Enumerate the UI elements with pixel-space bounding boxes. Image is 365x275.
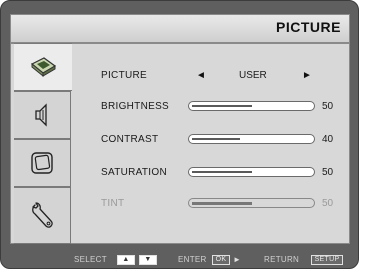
saturation-fill [192,171,252,173]
speaker-icon [35,103,47,127]
up-key-icon: ▲ [117,255,135,265]
screen-icon [31,152,53,174]
saturation-value: 50 [322,167,334,178]
contrast-value: 40 [322,134,334,145]
sidebar [14,43,72,244]
contrast-slider[interactable] [188,134,315,144]
select-hint: SELECT [74,255,107,264]
ok-key-icon: OK [212,255,230,265]
contrast-label: CONTRAST [101,134,159,145]
brightness-slider[interactable] [188,101,315,111]
down-key-icon: ▼ [139,255,157,265]
return-hint: RETURN [264,255,300,264]
brightness-fill [192,105,252,107]
tint-value: 50 [322,198,334,209]
brightness-value: 50 [322,101,334,112]
contrast-fill [192,138,240,140]
tab-picture[interactable] [14,43,72,91]
picture-mode-right-arrow[interactable]: ► [302,70,312,81]
picture-mode-left-arrow[interactable]: ◄ [196,70,206,81]
wrench-icon [32,201,53,228]
enter-hint: ENTER [178,255,207,264]
enter-arrow-icon: ► [233,255,242,264]
tab-screen[interactable] [14,139,71,187]
page-title: PICTURE [276,19,341,35]
saturation-label: SATURATION [101,167,167,178]
tab-sound[interactable] [14,91,71,139]
picture-mode-label: PICTURE [101,70,147,81]
brightness-label: BRIGHTNESS [101,101,170,112]
tint-fill [192,202,252,205]
tint-label: TINT [101,198,125,209]
footer-hints: SELECT ▲ ▼ ENTER OK ► RETURN SETUP [0,253,359,267]
setup-key-icon: SETUP [311,255,343,265]
picture-icon [30,57,57,78]
tab-setup[interactable] [14,187,71,244]
tint-slider [188,198,315,208]
osd-header: PICTURE [10,14,350,43]
saturation-slider[interactable] [188,167,315,177]
picture-mode-value[interactable]: USER [239,70,267,81]
